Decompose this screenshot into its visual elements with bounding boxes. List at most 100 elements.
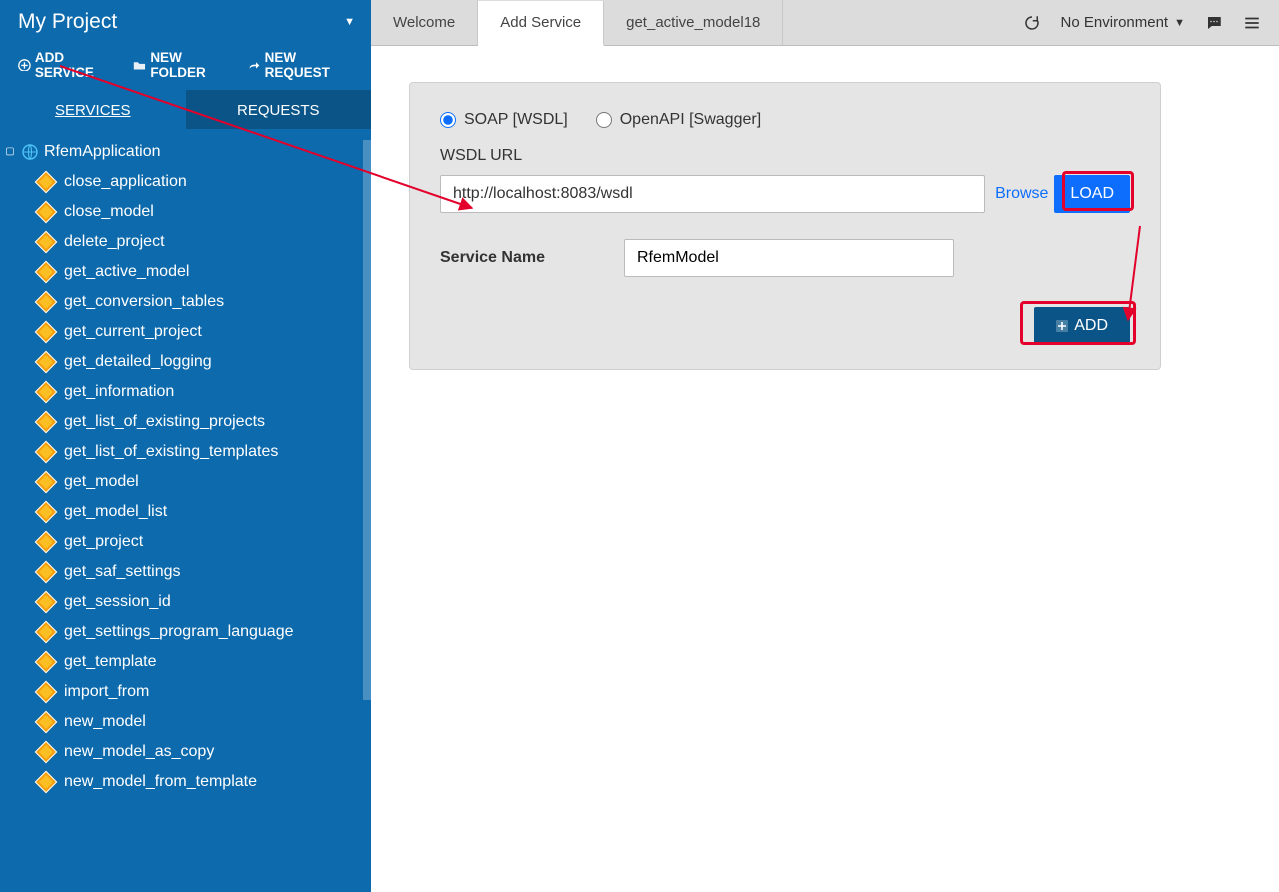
- service-name-label: Service Name: [440, 249, 624, 267]
- globe-icon: [22, 144, 38, 160]
- new-request-label: NEW REQUEST: [265, 50, 357, 80]
- tab-requests[interactable]: REQUESTS: [186, 90, 372, 129]
- tree-operation-item[interactable]: get_list_of_existing_templates: [38, 437, 371, 467]
- environment-label: No Environment: [1061, 14, 1169, 31]
- tree-operation-label: get_active_model: [64, 263, 189, 281]
- plus-icon: [1056, 320, 1068, 332]
- refresh-icon: [1023, 14, 1041, 32]
- tree-operation-item[interactable]: get_current_project: [38, 317, 371, 347]
- service-name-input[interactable]: [624, 239, 954, 277]
- request-icon: [248, 58, 261, 72]
- add-button-label: ADD: [1074, 317, 1108, 335]
- tree-operation-item[interactable]: get_template: [38, 647, 371, 677]
- add-service-button[interactable]: ADD SERVICE: [18, 50, 119, 80]
- main-area: WelcomeAdd Serviceget_active_model18 No …: [371, 0, 1279, 892]
- chat-icon: [1205, 14, 1223, 32]
- tree-operation-item[interactable]: get_session_id: [38, 587, 371, 617]
- operation-icon: [38, 775, 54, 789]
- tree-root-row[interactable]: ▢ RfemApplication: [0, 137, 371, 167]
- tree-operation-label: get_detailed_logging: [64, 353, 212, 371]
- sidebar-tabs: SERVICES REQUESTS: [0, 90, 371, 129]
- tree-operation-label: get_project: [64, 533, 143, 551]
- tree-operation-item[interactable]: close_application: [38, 167, 371, 197]
- tree-operation-label: get_conversion_tables: [64, 293, 224, 311]
- add-service-panel: SOAP [WSDL] OpenAPI [Swagger] WSDL URL B…: [409, 82, 1161, 370]
- tab-services[interactable]: SERVICES: [0, 90, 186, 129]
- sidebar-actions: ADD SERVICE NEW FOLDER NEW REQUEST: [0, 44, 371, 90]
- operation-icon: [38, 565, 54, 579]
- tree-operation-item[interactable]: get_saf_settings: [38, 557, 371, 587]
- topbar-tab[interactable]: Add Service: [478, 1, 604, 46]
- wsdl-url-input[interactable]: [440, 175, 985, 213]
- radio-soap[interactable]: SOAP [WSDL]: [440, 111, 568, 129]
- service-type-radio-group: SOAP [WSDL] OpenAPI [Swagger]: [440, 111, 1130, 129]
- operation-icon: [38, 595, 54, 609]
- collapse-icon[interactable]: ▢: [4, 147, 16, 157]
- topbar-controls: No Environment ▼: [1005, 0, 1279, 45]
- tree-operation-label: new_model_from_template: [64, 773, 257, 791]
- chat-button[interactable]: [1205, 14, 1223, 32]
- tree-operation-item[interactable]: get_list_of_existing_projects: [38, 407, 371, 437]
- operation-icon: [38, 655, 54, 669]
- radio-soap-input[interactable]: [440, 112, 456, 128]
- tree-operation-item[interactable]: new_model_from_template: [38, 767, 371, 797]
- topbar-tab[interactable]: get_active_model18: [604, 0, 783, 45]
- refresh-button[interactable]: [1023, 14, 1041, 32]
- tree-operation-label: close_application: [64, 173, 187, 191]
- new-request-button[interactable]: NEW REQUEST: [248, 50, 357, 80]
- sidebar-header: My Project ▼: [0, 0, 371, 44]
- tree-operation-item[interactable]: get_model: [38, 467, 371, 497]
- tree-operation-item[interactable]: get_conversion_tables: [38, 287, 371, 317]
- project-menu-caret[interactable]: ▼: [344, 16, 355, 28]
- sidebar-scrollbar[interactable]: [363, 140, 371, 700]
- tree-operation-item[interactable]: close_model: [38, 197, 371, 227]
- operation-icon: [38, 535, 54, 549]
- tree-operation-item[interactable]: get_information: [38, 377, 371, 407]
- operation-icon: [38, 295, 54, 309]
- tree-operation-item[interactable]: delete_project: [38, 227, 371, 257]
- operation-icon: [38, 235, 54, 249]
- tree-operation-item[interactable]: get_model_list: [38, 497, 371, 527]
- add-service-label: ADD SERVICE: [35, 50, 120, 80]
- topbar-tabs: WelcomeAdd Serviceget_active_model18: [371, 0, 783, 45]
- radio-openapi-label: OpenAPI [Swagger]: [620, 111, 761, 129]
- tree-operation-label: get_list_of_existing_projects: [64, 413, 265, 431]
- tree-operation-label: delete_project: [64, 233, 165, 251]
- tree-operation-label: get_information: [64, 383, 174, 401]
- topbar-tab[interactable]: Welcome: [371, 0, 478, 45]
- add-button[interactable]: ADD: [1034, 307, 1130, 345]
- tree-operation-item[interactable]: get_settings_program_language: [38, 617, 371, 647]
- operation-icon: [38, 475, 54, 489]
- radio-openapi-input[interactable]: [596, 112, 612, 128]
- add-button-row: ADD: [440, 307, 1130, 345]
- tree-root-label: RfemApplication: [44, 143, 161, 161]
- tree-operation-item[interactable]: get_active_model: [38, 257, 371, 287]
- tree-operation-item[interactable]: get_project: [38, 527, 371, 557]
- wsdl-url-row: Browse LOAD: [440, 175, 1130, 213]
- services-tree: ▢ RfemApplication close_applicationclose…: [0, 129, 371, 892]
- chevron-down-icon: ▼: [1174, 17, 1185, 29]
- new-folder-label: NEW FOLDER: [150, 50, 233, 80]
- tree-operation-label: import_from: [64, 683, 149, 701]
- folder-plus-icon: [133, 58, 146, 72]
- load-button[interactable]: LOAD: [1054, 175, 1130, 213]
- tree-operation-label: get_model_list: [64, 503, 167, 521]
- tree-operation-item[interactable]: import_from: [38, 677, 371, 707]
- operation-icon: [38, 685, 54, 699]
- new-folder-button[interactable]: NEW FOLDER: [133, 50, 233, 80]
- operation-icon: [38, 715, 54, 729]
- radio-openapi[interactable]: OpenAPI [Swagger]: [596, 111, 761, 129]
- tree-operation-label: get_current_project: [64, 323, 202, 341]
- tree-operation-label: get_template: [64, 653, 157, 671]
- tree-operation-label: close_model: [64, 203, 154, 221]
- tree-operation-item[interactable]: get_detailed_logging: [38, 347, 371, 377]
- tree-operation-item[interactable]: new_model_as_copy: [38, 737, 371, 767]
- content-area: SOAP [WSDL] OpenAPI [Swagger] WSDL URL B…: [371, 46, 1279, 892]
- environment-selector[interactable]: No Environment ▼: [1061, 14, 1185, 31]
- operation-icon: [38, 625, 54, 639]
- tree-operation-item[interactable]: new_model: [38, 707, 371, 737]
- menu-button[interactable]: [1243, 14, 1261, 32]
- operation-icon: [38, 445, 54, 459]
- topbar: WelcomeAdd Serviceget_active_model18 No …: [371, 0, 1279, 46]
- browse-link[interactable]: Browse: [995, 185, 1048, 203]
